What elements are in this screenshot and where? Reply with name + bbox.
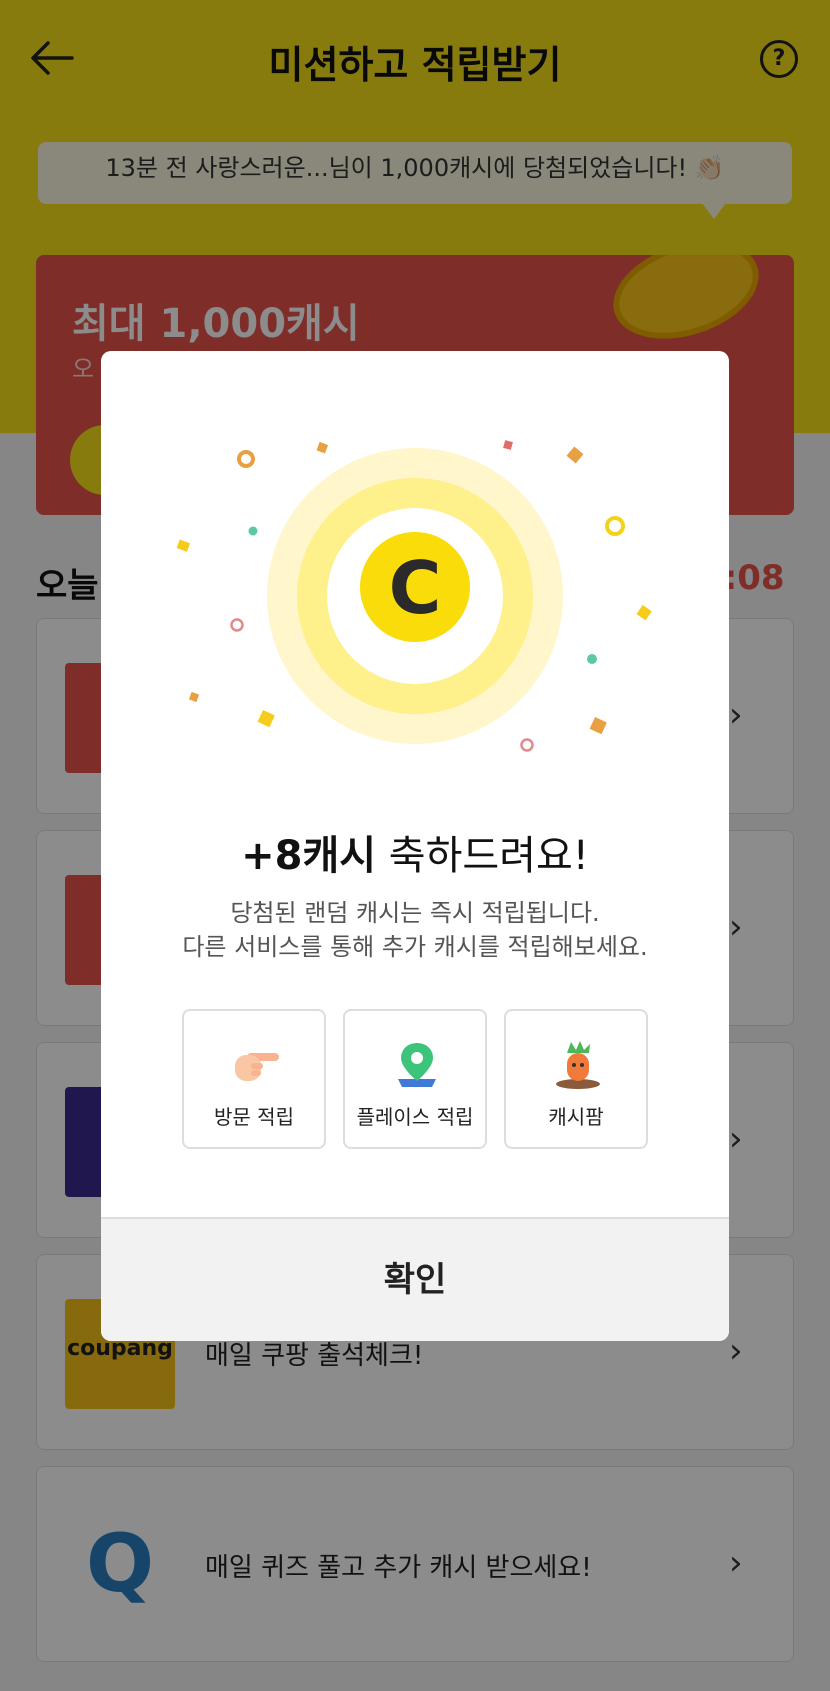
place-reward-button[interactable]: 플레이스 적립 xyxy=(343,1009,487,1149)
map-pin-icon xyxy=(398,1043,436,1087)
dialog-footer: 확인 xyxy=(101,1217,729,1341)
reward-dialog: C +8캐시 축하드려요! 당첨된 랜덤 캐시는 즉시 적립됩니다. 다른 서비… xyxy=(101,351,729,1341)
shortcut-label: 캐시팜 xyxy=(548,1105,604,1129)
reward-congrats: 축하드려요! xyxy=(376,833,589,879)
description-line-1: 당첨된 랜덤 캐시는 즉시 적립됩니다. xyxy=(230,899,600,927)
visit-reward-button[interactable]: 방문 적립 xyxy=(182,1009,326,1149)
confirm-button[interactable]: 확인 xyxy=(101,1219,729,1341)
description-line-2: 다른 서비스를 통해 추가 캐시를 적립해보세요. xyxy=(182,933,648,961)
celebration-graphic: C xyxy=(176,440,652,752)
shortcut-label: 플레이스 적립 xyxy=(356,1105,474,1129)
carrot-icon xyxy=(556,1041,600,1089)
pointing-hand-icon xyxy=(235,1053,279,1081)
reward-description: 당첨된 랜덤 캐시는 즉시 적립됩니다. 다른 서비스를 통해 추가 캐시를 적… xyxy=(101,896,729,964)
shortcut-label: 방문 적립 xyxy=(214,1105,294,1129)
cash-farm-button[interactable]: 캐시팜 xyxy=(504,1009,648,1149)
coin-letter: C xyxy=(389,546,442,630)
reward-amount: +8캐시 xyxy=(241,833,377,879)
reward-heading: +8캐시 축하드려요! xyxy=(101,823,729,881)
